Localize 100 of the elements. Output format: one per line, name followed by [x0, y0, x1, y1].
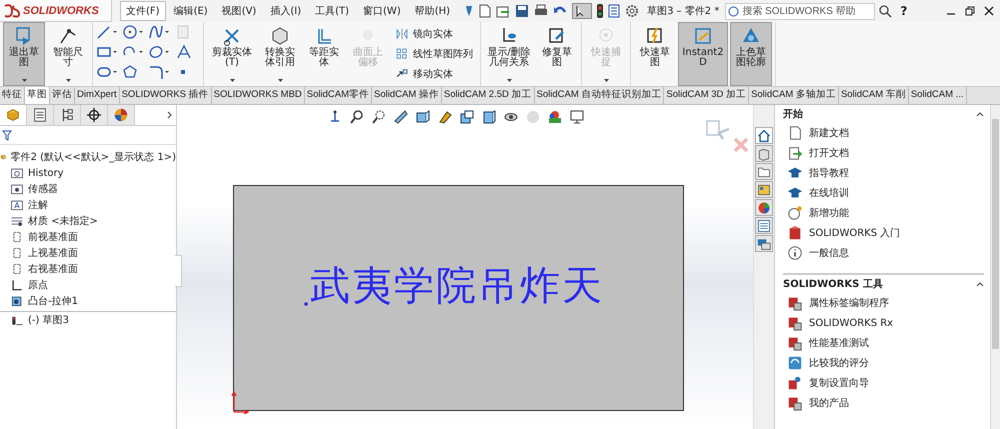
view-orientation-icon[interactable] [459, 109, 475, 125]
ribbon-button[interactable]: 退出草图 [3, 22, 45, 86]
settings-icon[interactable] [625, 4, 640, 18]
fillet-tool-icon[interactable] [148, 64, 170, 80]
caret-icon[interactable] [22, 79, 26, 82]
ribbon-tab[interactable]: SolidCAM零件 [304, 87, 372, 104]
display-style-icon[interactable] [481, 109, 497, 125]
task-pane-link[interactable]: 性能基准测试 [809, 336, 869, 350]
ribbon-button[interactable]: 智能尺寸 [47, 22, 89, 86]
caret-icon[interactable] [66, 79, 70, 82]
filter-icon[interactable] [2, 130, 12, 140]
ribbon-tab[interactable]: SolidCAM 自动特征识别加工 [534, 87, 664, 104]
ribbon-button[interactable]: 快速草图 [634, 22, 676, 86]
ribbon-tab[interactable]: SolidCAM 2.5D 加工 [442, 87, 535, 104]
ribbon-list-item[interactable]: 移动实体 [413, 67, 453, 81]
panel-collapse-handle[interactable] [175, 255, 182, 287]
cube-view-icon[interactable] [415, 109, 431, 125]
ribbon-tab[interactable]: SolidCAM 多轴加工 [749, 87, 839, 104]
menu-item[interactable]: 窗口(W) [357, 1, 407, 21]
menu-item[interactable]: 编辑(E) [168, 1, 214, 21]
task-pane-link[interactable]: 指导教程 [809, 166, 849, 180]
task-pane-tab[interactable] [755, 163, 773, 180]
task-pane-link[interactable]: 比较我的评分 [809, 356, 869, 370]
task-pane-tab[interactable] [755, 181, 773, 198]
task-pane-tab[interactable] [755, 127, 773, 144]
ribbon-tab[interactable]: SOLIDWORKS 插件 [120, 87, 212, 104]
task-pane-link[interactable]: 在线培训 [809, 186, 849, 200]
tree-item[interactable]: History [28, 168, 64, 178]
ellipse-tool-icon[interactable] [148, 44, 170, 60]
task-pane-link[interactable]: 打开文档 [809, 146, 849, 160]
ribbon-tab[interactable]: SolidCAM ... [908, 87, 967, 104]
menu-item[interactable]: 工具(T) [309, 1, 356, 21]
zoom-area-icon[interactable] [349, 109, 365, 125]
tree-item[interactable]: 原点 [28, 278, 48, 292]
task-pane-tab[interactable] [755, 217, 773, 234]
task-pane-tab[interactable] [755, 145, 773, 162]
task-pane-tab[interactable] [755, 235, 773, 252]
ribbon-list-item[interactable]: 线性草图阵列 [413, 47, 473, 61]
tree-item[interactable]: 右视基准面 [28, 262, 78, 276]
task-pane-link[interactable]: 我的产品 [809, 396, 849, 410]
monitor-icon[interactable] [569, 109, 585, 125]
menu-item[interactable]: 帮助(H) [408, 1, 456, 21]
ribbon-tab[interactable]: 评估 [50, 87, 75, 104]
pin-icon[interactable] [464, 5, 474, 17]
ribbon-button[interactable]: 等距实体 [303, 22, 345, 86]
grid-pattern-icon[interactable] [395, 47, 409, 61]
ribbon-list-item[interactable]: 镜向实体 [413, 27, 453, 41]
ribbon-tab[interactable]: DimXpert [75, 87, 120, 104]
file-properties-icon[interactable] [608, 4, 620, 18]
panel-tab[interactable] [27, 105, 54, 125]
scene-icon[interactable] [547, 109, 563, 125]
chevron-up-icon[interactable] [976, 282, 984, 286]
search-icon[interactable] [879, 4, 892, 18]
scrollbar[interactable] [990, 105, 1000, 429]
open-folder-icon[interactable] [496, 4, 510, 18]
line-tool-icon[interactable] [96, 24, 118, 40]
new-document-icon[interactable] [479, 4, 492, 18]
ribbon-button[interactable]: 修复草图 [536, 22, 578, 86]
task-pane-link[interactable]: SOLIDWORKS 入门 [809, 226, 900, 240]
spline-tool-icon[interactable] [148, 24, 170, 40]
ribbon-button[interactable]: Instant2D [678, 22, 728, 86]
ribbon-tab[interactable]: SolidCAM 车削 [838, 87, 909, 104]
search-field[interactable]: 搜索 SOLIDWORKS 帮助 [725, 2, 876, 20]
task-pane-link[interactable]: 新增功能 [809, 206, 849, 220]
select-pointer-icon[interactable] [572, 3, 592, 19]
tree-item[interactable]: 注解 [28, 198, 48, 212]
menu-item[interactable]: 视图(V) [216, 1, 262, 21]
ribbon-button[interactable]: 上色草图轮廓 [730, 22, 772, 86]
task-pane-link[interactable]: 一般信息 [809, 246, 849, 260]
print-icon[interactable] [534, 4, 548, 18]
tree-item[interactable]: 凸台-拉伸1 [28, 294, 78, 308]
task-pane-link[interactable]: SOLIDWORKS Rx [809, 318, 894, 328]
task-pane-link[interactable]: 复制设置向导 [809, 376, 869, 390]
save-icon[interactable] [515, 4, 530, 18]
caret-icon[interactable] [230, 79, 234, 82]
ribbon-tab[interactable]: 草图 [25, 87, 50, 104]
task-pane-link[interactable]: 新建文档 [809, 126, 849, 140]
panel-tab[interactable] [54, 105, 81, 125]
close-icon[interactable] [984, 6, 994, 16]
panel-tab[interactable] [81, 105, 108, 125]
circle-tool-icon[interactable] [122, 24, 144, 40]
section-view-icon[interactable] [393, 109, 409, 125]
ribbon-button[interactable]: 转换实体引用 [259, 22, 301, 86]
caret-icon[interactable] [506, 79, 512, 82]
menu-item[interactable]: 文件(F) [120, 1, 166, 21]
caret-icon[interactable] [278, 79, 282, 82]
tree-item[interactable]: 材质 <未指定> [28, 214, 98, 228]
chevron-up-icon[interactable] [976, 112, 984, 116]
zoom-previous-icon[interactable] [371, 109, 387, 125]
mirror-icon[interactable] [395, 27, 409, 41]
tree-item[interactable]: 零件2 (默认<<默认>_显示状态 1>) [10, 150, 176, 164]
ribbon-tab[interactable]: SolidCAM 3D 加工 [664, 87, 750, 104]
help-button[interactable]: ? [900, 4, 908, 18]
task-pane-tab[interactable] [755, 199, 773, 216]
menu-item[interactable]: 插入(I) [264, 1, 308, 21]
ribbon-button[interactable]: 显示/删除几何关系 [484, 22, 534, 86]
ribbon-tab[interactable]: SOLIDWORKS MBD [212, 87, 305, 104]
dynamic-annotation-icon[interactable] [437, 109, 453, 125]
ribbon-button[interactable]: 剪裁实体(T) [207, 22, 257, 86]
ribbon-tab[interactable]: SolidCAM 操作 [372, 87, 442, 104]
